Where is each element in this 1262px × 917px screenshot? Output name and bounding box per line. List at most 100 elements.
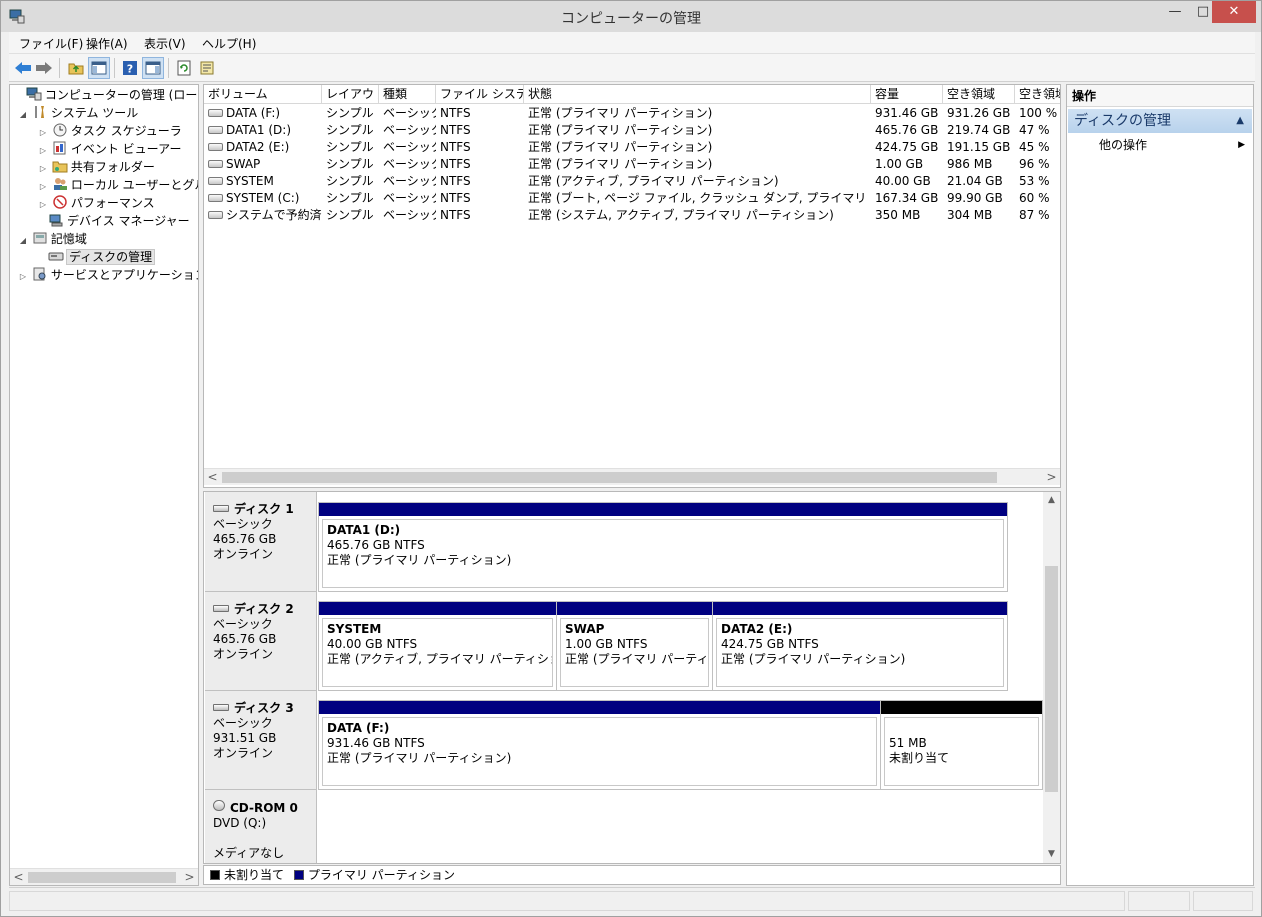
- table-cell-free-space[interactable]: 219.74 GB: [943, 122, 1015, 139]
- show-hide-tree-icon[interactable]: [88, 57, 110, 79]
- table-cell-status[interactable]: 正常 (システム, アクティブ, プライマリ パーティション): [524, 207, 871, 224]
- disk-2-label[interactable]: ディスク 2 ベーシック 465.76 GB オンライン: [205, 592, 317, 691]
- table-cell-volume[interactable]: DATA (F:): [204, 105, 322, 122]
- column-header-type[interactable]: 種類: [379, 85, 436, 104]
- table-cell-volume[interactable]: SYSTEM: [204, 173, 322, 190]
- table-cell-type[interactable]: ベーシック: [379, 173, 436, 190]
- tree-horizontal-scrollbar[interactable]: < >: [10, 868, 198, 885]
- table-cell-free-percent[interactable]: 47 %: [1015, 122, 1060, 139]
- collapse-triangle-icon[interactable]: ◢: [18, 232, 28, 250]
- table-cell-volume[interactable]: SYSTEM (C:): [204, 190, 322, 207]
- expand-triangle-icon[interactable]: ▷: [38, 196, 48, 214]
- scroll-up-icon[interactable]: ▲: [1043, 492, 1060, 509]
- tree-item-device-manager[interactable]: デバイス マネージャー: [48, 212, 190, 230]
- table-cell-capacity[interactable]: 167.34 GB: [871, 190, 943, 207]
- column-header-status[interactable]: 状態: [524, 85, 871, 104]
- scroll-left-icon[interactable]: <: [10, 869, 27, 885]
- table-cell-file-system[interactable]: NTFS: [436, 173, 524, 190]
- column-header-free-percent[interactable]: 空き領域: [1015, 85, 1060, 104]
- tree-item-disk-management[interactable]: ディスクの管理: [48, 248, 156, 266]
- table-cell-file-system[interactable]: NTFS: [436, 207, 524, 224]
- column-header-free-space[interactable]: 空き領域: [943, 85, 1015, 104]
- table-cell-free-percent[interactable]: 100 %: [1015, 105, 1060, 122]
- refresh-icon[interactable]: [173, 57, 195, 79]
- table-cell-file-system[interactable]: NTFS: [436, 190, 524, 207]
- table-cell-volume[interactable]: DATA1 (D:): [204, 122, 322, 139]
- table-cell-free-percent[interactable]: 60 %: [1015, 190, 1060, 207]
- table-cell-free-space[interactable]: 931.26 GB: [943, 105, 1015, 122]
- scroll-left-icon[interactable]: <: [204, 469, 221, 486]
- actions-section-disk-management[interactable]: ディスクの管理 ▲: [1068, 109, 1252, 133]
- list-horizontal-scrollbar[interactable]: < >: [204, 468, 1060, 485]
- table-cell-status[interactable]: 正常 (ブート, ページ ファイル, クラッシュ ダンプ, プライマリ パーティ…: [524, 190, 871, 207]
- table-cell-type[interactable]: ベーシック: [379, 190, 436, 207]
- partition-system[interactable]: SYSTEM 40.00 GB NTFS 正常 (アクティブ, プライマリ パー…: [319, 602, 557, 690]
- table-cell-status[interactable]: 正常 (プライマリ パーティション): [524, 122, 871, 139]
- actions-more-actions[interactable]: 他の操作 ▶: [1099, 136, 1249, 154]
- tree-item-computer-management[interactable]: コンピューターの管理 (ローカル): [12, 86, 198, 104]
- table-cell-free-space[interactable]: 21.04 GB: [943, 173, 1015, 190]
- help-icon[interactable]: ?: [119, 57, 141, 79]
- tree-item-system-tools[interactable]: ◢ システム ツール: [18, 104, 138, 122]
- close-button[interactable]: ✕: [1212, 1, 1256, 23]
- table-cell-volume[interactable]: SWAP: [204, 156, 322, 173]
- disk-vertical-scrollbar[interactable]: ▲ ▼: [1043, 492, 1060, 863]
- column-header-file-system[interactable]: ファイル システム: [436, 85, 524, 104]
- scrollbar-thumb[interactable]: [28, 872, 176, 883]
- scrollbar-thumb[interactable]: [1045, 566, 1058, 792]
- tree-item-shared-folders[interactable]: ▷ 共有フォルダー: [38, 158, 155, 176]
- table-cell-type[interactable]: ベーシック: [379, 122, 436, 139]
- table-cell-file-system[interactable]: NTFS: [436, 122, 524, 139]
- tree-item-services-applications[interactable]: ▷ サービスとアプリケーション: [18, 266, 198, 286]
- menu-view[interactable]: 表示(V): [144, 35, 186, 52]
- table-cell-type[interactable]: ベーシック: [379, 139, 436, 156]
- table-cell-capacity[interactable]: 424.75 GB: [871, 139, 943, 156]
- table-cell-free-space[interactable]: 304 MB: [943, 207, 1015, 224]
- table-cell-layout[interactable]: シンプル: [322, 190, 379, 207]
- table-cell-layout[interactable]: シンプル: [322, 156, 379, 173]
- scroll-down-icon[interactable]: ▼: [1043, 846, 1060, 863]
- scroll-right-icon[interactable]: >: [1043, 469, 1060, 486]
- forward-arrow-icon[interactable]: [33, 57, 55, 79]
- table-cell-type[interactable]: ベーシック: [379, 156, 436, 173]
- scrollbar-thumb[interactable]: [222, 472, 997, 483]
- tree-item-task-scheduler[interactable]: ▷ タスク スケジューラ: [38, 122, 182, 140]
- collapse-triangle-icon[interactable]: ◢: [18, 106, 28, 124]
- partition-data2[interactable]: DATA2 (E:) 424.75 GB NTFS 正常 (プライマリ パーティ…: [713, 602, 1007, 690]
- table-cell-free-percent[interactable]: 53 %: [1015, 173, 1060, 190]
- partition-swap[interactable]: SWAP 1.00 GB NTFS 正常 (プライマリ パーティション): [557, 602, 713, 690]
- column-header-capacity[interactable]: 容量: [871, 85, 943, 104]
- table-cell-layout[interactable]: シンプル: [322, 139, 379, 156]
- menu-file[interactable]: ファイル(F): [19, 35, 83, 52]
- show-hide-action-pane-icon[interactable]: [142, 57, 164, 79]
- back-arrow-icon[interactable]: [12, 57, 34, 79]
- table-cell-volume[interactable]: DATA2 (E:): [204, 139, 322, 156]
- table-cell-file-system[interactable]: NTFS: [436, 156, 524, 173]
- disk-1-label[interactable]: ディスク 1 ベーシック 465.76 GB オンライン: [205, 492, 317, 592]
- table-cell-type[interactable]: ベーシック: [379, 207, 436, 224]
- minimize-button[interactable]: —: [1161, 1, 1189, 23]
- table-cell-free-space[interactable]: 191.15 GB: [943, 139, 1015, 156]
- table-cell-type[interactable]: ベーシック: [379, 105, 436, 122]
- table-cell-free-percent[interactable]: 87 %: [1015, 207, 1060, 224]
- table-cell-capacity[interactable]: 350 MB: [871, 207, 943, 224]
- table-cell-file-system[interactable]: NTFS: [436, 105, 524, 122]
- expand-triangle-icon[interactable]: ▷: [18, 268, 28, 286]
- properties-icon[interactable]: [196, 57, 218, 79]
- table-cell-capacity[interactable]: 40.00 GB: [871, 173, 943, 190]
- cdrom-0-label[interactable]: CD-ROM 0 DVD (Q:) メディアなし: [205, 790, 317, 863]
- table-cell-free-space[interactable]: 99.90 GB: [943, 190, 1015, 207]
- table-cell-layout[interactable]: シンプル: [322, 173, 379, 190]
- partition-data[interactable]: DATA (F:) 931.46 GB NTFS 正常 (プライマリ パーティシ…: [319, 701, 881, 789]
- disk-3-label[interactable]: ディスク 3 ベーシック 931.51 GB オンライン: [205, 691, 317, 790]
- tree-item-performance[interactable]: ▷ パフォーマンス: [38, 194, 155, 212]
- tree-item-event-viewer[interactable]: ▷ イベント ビューアー: [38, 140, 181, 158]
- table-cell-layout[interactable]: シンプル: [322, 122, 379, 139]
- table-cell-capacity[interactable]: 931.46 GB: [871, 105, 943, 122]
- up-folder-icon[interactable]: [65, 57, 87, 79]
- table-cell-layout[interactable]: シンプル: [322, 105, 379, 122]
- partition-unallocated[interactable]: 51 MB 未割り当て: [881, 701, 1042, 789]
- menu-action[interactable]: 操作(A): [86, 35, 128, 52]
- table-cell-status[interactable]: 正常 (プライマリ パーティション): [524, 139, 871, 156]
- column-header-layout[interactable]: レイアウト: [322, 85, 379, 104]
